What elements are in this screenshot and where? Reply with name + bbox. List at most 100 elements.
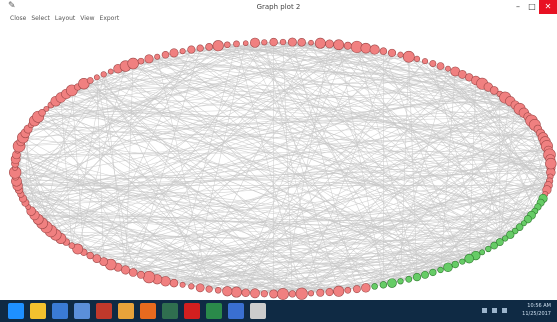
app-icon[interactable]	[74, 303, 90, 319]
graph-node[interactable]	[93, 74, 100, 81]
graph-node[interactable]	[277, 288, 289, 300]
graph-node[interactable]	[297, 38, 306, 47]
graph-node[interactable]	[545, 157, 557, 170]
graph-node[interactable]	[421, 58, 429, 65]
graph-node[interactable]	[316, 288, 325, 297]
graph-node[interactable]	[187, 45, 196, 54]
graph-node[interactable]	[250, 37, 260, 48]
graph-node[interactable]	[195, 283, 205, 293]
graph-node[interactable]	[169, 278, 179, 288]
graph-node[interactable]	[436, 62, 445, 70]
graph-node[interactable]	[379, 47, 388, 55]
graph-node[interactable]	[397, 51, 404, 58]
graph-node[interactable]	[308, 39, 314, 46]
volume-icon[interactable]	[492, 308, 497, 313]
graph-node[interactable]	[429, 60, 437, 67]
pdf-icon[interactable]	[184, 303, 200, 319]
graph-node[interactable]	[402, 50, 415, 63]
network-icon[interactable]	[482, 308, 487, 313]
graph-node-highlighted[interactable]	[459, 258, 466, 265]
graph-node[interactable]	[287, 37, 297, 47]
graph-node[interactable]	[120, 265, 131, 275]
menu-layout[interactable]: Layout	[55, 14, 75, 24]
graph-node[interactable]	[224, 41, 231, 49]
help-icon[interactable]	[52, 303, 68, 319]
menu-select[interactable]: Select	[31, 14, 50, 24]
minimize-button[interactable]: –	[511, 0, 525, 14]
graph-canvas[interactable]	[0, 24, 557, 300]
graph-node[interactable]	[231, 286, 242, 298]
graph-node[interactable]	[100, 71, 107, 78]
graph-node[interactable]	[333, 39, 345, 51]
graph-node-highlighted[interactable]	[379, 281, 388, 289]
graph-node-highlighted[interactable]	[443, 262, 453, 273]
maximize-button[interactable]: □	[525, 0, 539, 14]
graph-node[interactable]	[161, 50, 170, 59]
graph-node[interactable]	[137, 57, 145, 65]
graph-node-highlighted[interactable]	[412, 272, 422, 282]
graph-node[interactable]	[214, 286, 222, 294]
graph-node[interactable]	[169, 48, 179, 58]
graph-node-highlighted[interactable]	[464, 253, 474, 264]
graph-node[interactable]	[128, 268, 138, 277]
windows-start-icon[interactable]	[8, 303, 24, 319]
menu-view[interactable]: View	[80, 14, 94, 24]
graph-node-highlighted[interactable]	[371, 283, 378, 290]
graph-node[interactable]	[269, 289, 279, 299]
graph-node[interactable]	[142, 270, 156, 284]
graph-node[interactable]	[369, 44, 380, 55]
firefox-icon[interactable]	[140, 303, 156, 319]
matlab-icon[interactable]	[96, 303, 112, 319]
graph-node[interactable]	[360, 42, 372, 54]
graph-node[interactable]	[137, 270, 145, 279]
paint-icon[interactable]	[228, 303, 244, 319]
graph-node[interactable]	[333, 285, 345, 297]
graph-node[interactable]	[343, 41, 352, 50]
menu-export[interactable]: Export	[100, 14, 120, 24]
graph-node-highlighted[interactable]	[429, 268, 437, 277]
graph-node-highlighted[interactable]	[387, 278, 397, 288]
graph-node[interactable]	[179, 281, 186, 288]
graph-node[interactable]	[107, 68, 114, 75]
graph-node[interactable]	[413, 55, 421, 62]
graph-node[interactable]	[144, 54, 154, 64]
graph-node[interactable]	[307, 290, 315, 297]
graph-node[interactable]	[86, 251, 94, 260]
graph-node[interactable]	[325, 288, 334, 297]
graph-node-highlighted[interactable]	[479, 249, 486, 256]
graph-node[interactable]	[196, 44, 204, 52]
clock[interactable]: 10:56 AM 11/25/2017	[522, 302, 551, 318]
graph-node[interactable]	[279, 38, 287, 46]
graph-node[interactable]	[160, 276, 171, 287]
graph-node[interactable]	[212, 40, 224, 52]
battery-icon[interactable]	[502, 308, 507, 313]
graph-node-highlighted[interactable]	[490, 241, 498, 250]
graph-node[interactable]	[154, 53, 161, 60]
graph-plot[interactable]	[0, 24, 557, 300]
graph-node[interactable]	[269, 37, 278, 47]
graph-node[interactable]	[179, 48, 186, 55]
graph-node[interactable]	[344, 286, 352, 294]
graph-node[interactable]	[68, 242, 76, 249]
graph-node-highlighted[interactable]	[485, 245, 492, 253]
graph-node[interactable]	[205, 285, 213, 293]
graph-node-highlighted[interactable]	[437, 266, 444, 274]
graph-node[interactable]	[127, 57, 139, 70]
feather-icon[interactable]	[250, 303, 266, 319]
file-explorer-icon[interactable]	[30, 303, 46, 319]
graph-node[interactable]	[387, 48, 397, 57]
graph-node[interactable]	[86, 77, 94, 84]
excel-icon[interactable]	[206, 303, 222, 319]
graph-node[interactable]	[241, 288, 250, 297]
close-button[interactable]: ✕	[539, 0, 557, 14]
graph-node[interactable]	[314, 37, 326, 49]
graph-node[interactable]	[260, 290, 268, 298]
graph-node[interactable]	[250, 288, 260, 299]
graph-node[interactable]	[445, 65, 451, 72]
calculator-icon[interactable]	[162, 303, 178, 319]
graph-node-highlighted[interactable]	[405, 275, 413, 283]
graph-node[interactable]	[233, 40, 240, 48]
graph-node-highlighted[interactable]	[451, 260, 459, 269]
menu-close[interactable]: Close	[10, 14, 26, 24]
graph-node[interactable]	[92, 254, 102, 263]
